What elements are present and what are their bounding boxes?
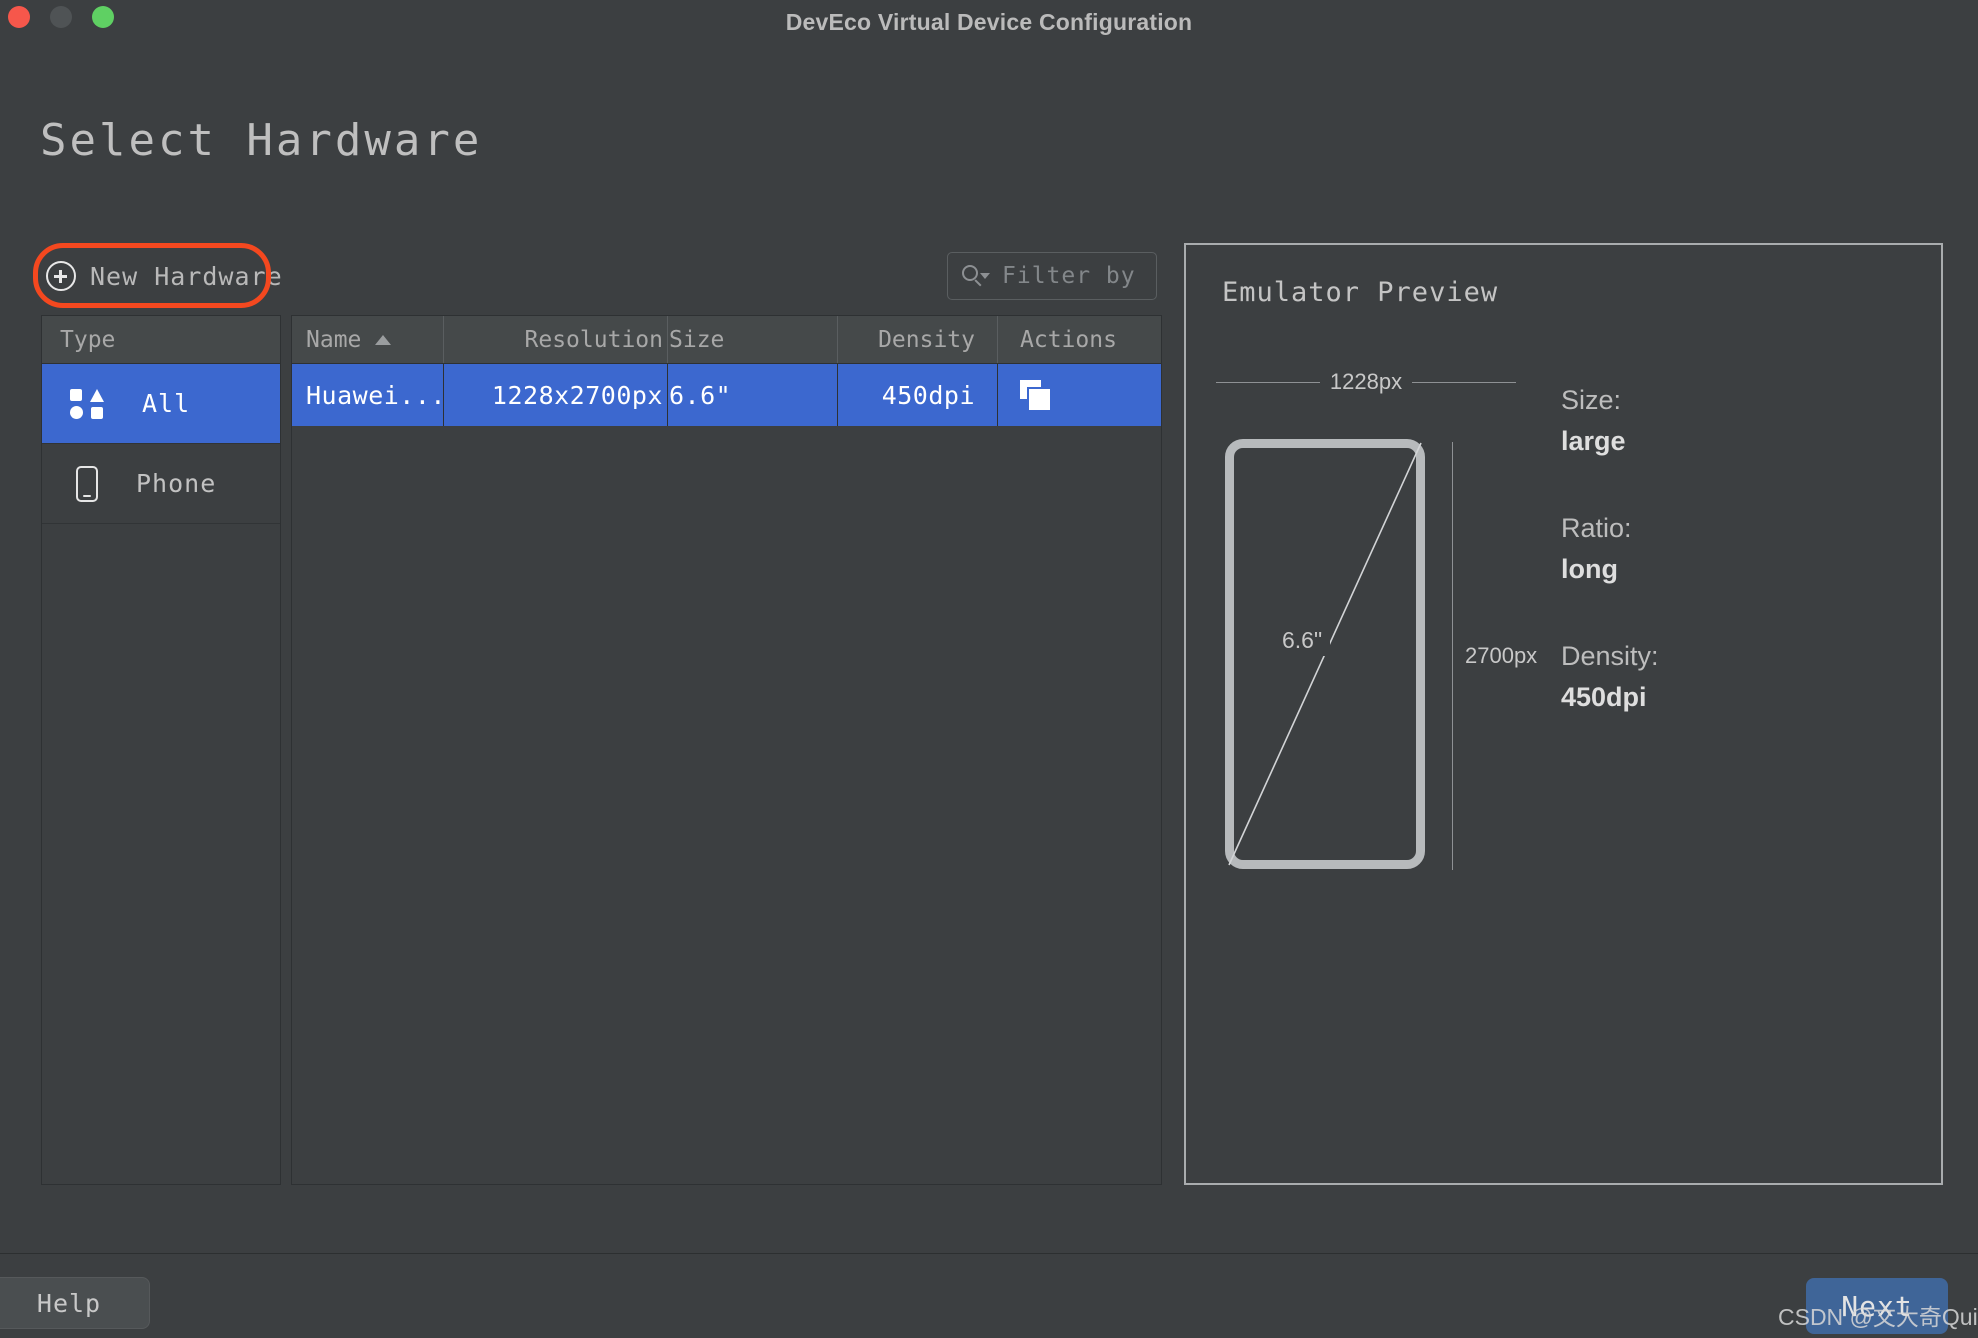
device-width-value: 1228px xyxy=(1329,369,1403,394)
column-header-density[interactable]: Density xyxy=(838,316,998,363)
table-row[interactable]: Huawei... 1228x2700px 6.6" 450dpi xyxy=(292,364,1161,426)
column-header-name[interactable]: Name xyxy=(292,316,444,363)
spec-size: Size: large xyxy=(1561,385,1659,457)
spec-ratio-key: Ratio: xyxy=(1561,513,1632,543)
column-header-actions[interactable]: Actions xyxy=(998,316,1161,363)
type-panel: Type All Phone xyxy=(41,315,281,1185)
spec-ratio: Ratio: long xyxy=(1561,513,1659,585)
type-panel-header: Type xyxy=(42,316,280,364)
sort-ascending-icon xyxy=(375,334,392,345)
table-header-row: Name Resolution Size Density Actions xyxy=(292,316,1161,364)
spec-density: Density: 450dpi xyxy=(1561,641,1659,713)
cell-resolution: 1228x2700px xyxy=(444,364,668,426)
new-hardware-button[interactable]: New Hardware xyxy=(42,250,293,302)
search-icon[interactable] xyxy=(962,265,990,287)
column-header-name-label: Name xyxy=(306,326,362,353)
spec-ratio-value: long xyxy=(1561,554,1618,584)
column-header-size[interactable]: Size xyxy=(668,316,838,363)
shapes-icon xyxy=(70,388,104,419)
device-diagram: 1228px 6.6" 2700px xyxy=(1216,369,1546,930)
spec-density-value: 450dpi xyxy=(1561,682,1647,712)
device-height-value: 2700px xyxy=(1465,643,1538,668)
column-header-actions-label: Actions xyxy=(1020,326,1117,353)
help-button[interactable]: Help xyxy=(0,1277,150,1329)
minimize-button[interactable] xyxy=(50,6,72,28)
emulator-preview-title: Emulator Preview xyxy=(1222,277,1499,308)
device-diagonal-label: 6.6" xyxy=(1274,625,1331,656)
watermark: CSDN @文大奇Quiin xyxy=(1778,1304,1978,1330)
window-titlebar: DevEco Virtual Device Configuration xyxy=(0,0,1978,45)
new-hardware-label: New Hardware xyxy=(90,261,283,291)
device-specs: Size: large Ratio: long Density: 450dpi xyxy=(1561,385,1659,769)
window-title: DevEco Virtual Device Configuration xyxy=(785,9,1193,35)
column-header-resolution-label: Resolution xyxy=(524,326,663,353)
device-height-label: 2700px xyxy=(1440,442,1546,870)
column-header-resolution[interactable]: Resolution xyxy=(444,316,668,363)
cell-name: Huawei... xyxy=(292,364,444,426)
spec-size-key: Size: xyxy=(1561,385,1622,415)
column-header-size-label: Size xyxy=(669,326,725,353)
sidebar-item-all[interactable]: All xyxy=(42,364,280,444)
close-button[interactable] xyxy=(8,6,30,28)
cell-actions[interactable] xyxy=(998,364,1161,426)
sidebar-item-phone-label: Phone xyxy=(136,469,217,498)
emulator-preview-panel: Emulator Preview 1228px 6.6" 2700px Size… xyxy=(1184,243,1943,1185)
spec-density-key: Density: xyxy=(1561,641,1659,671)
plus-circle-icon xyxy=(46,261,76,291)
column-header-density-label: Density xyxy=(878,326,975,353)
device-width-label: 1228px xyxy=(1216,369,1516,394)
filter-placeholder: Filter by xyxy=(1002,263,1136,289)
page-title: Select Hardware xyxy=(40,115,483,166)
footer-divider xyxy=(0,1253,1978,1254)
filter-field[interactable]: Filter by xyxy=(947,252,1157,300)
sidebar-item-all-label: All xyxy=(142,389,191,418)
copy-icon[interactable] xyxy=(1020,380,1052,410)
phone-icon xyxy=(76,465,98,502)
window-controls[interactable] xyxy=(8,6,114,28)
cell-size: 6.6" xyxy=(668,364,838,426)
cell-density: 450dpi xyxy=(838,364,998,426)
zoom-button[interactable] xyxy=(92,6,114,28)
hardware-table: Name Resolution Size Density Actions Hua… xyxy=(291,315,1162,1185)
sidebar-item-phone[interactable]: Phone xyxy=(42,444,280,524)
spec-size-value: large xyxy=(1561,426,1626,456)
